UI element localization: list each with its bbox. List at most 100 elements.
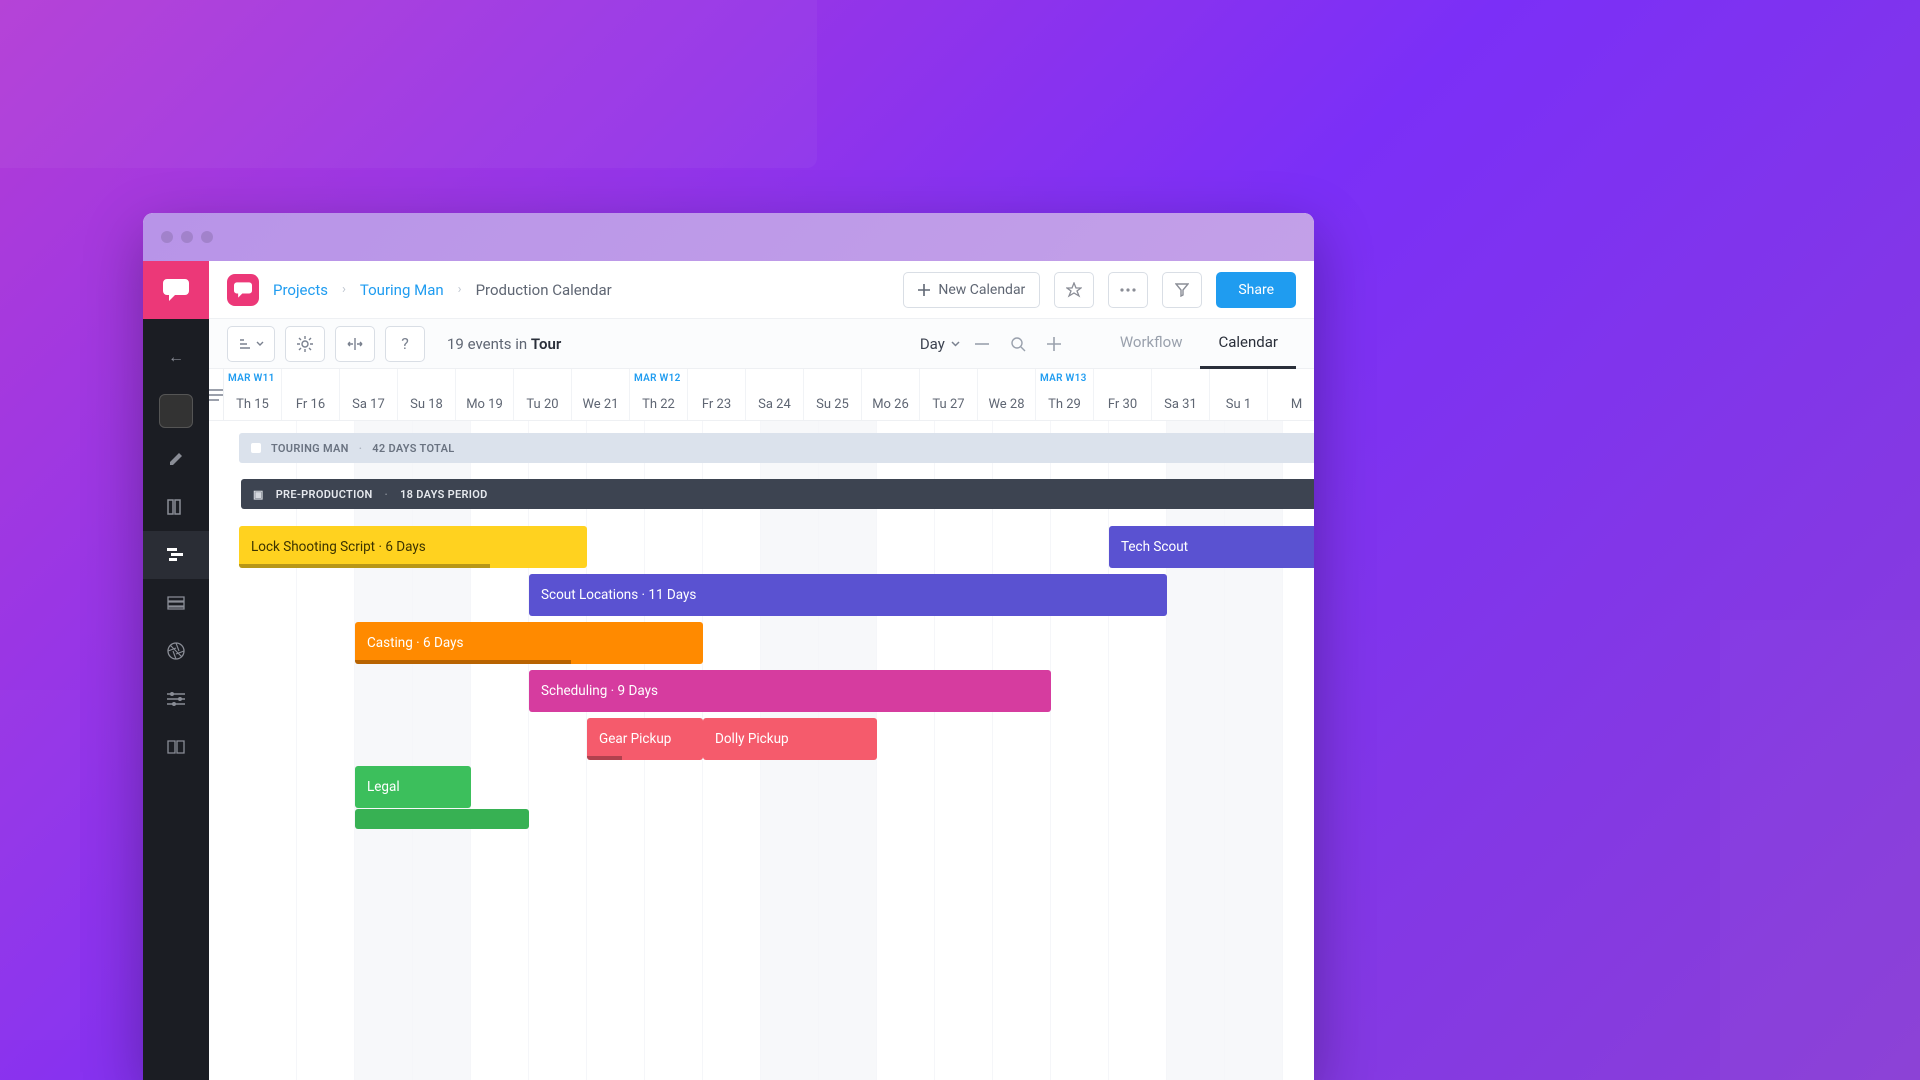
task-bar[interactable]: Legal [355, 766, 471, 808]
header-brand-badge[interactable] [227, 274, 259, 306]
date-column[interactable]: We 21 [572, 369, 630, 420]
share-label: Share [1238, 282, 1274, 298]
filter-button[interactable] [1162, 272, 1202, 308]
date-label: Sa 31 [1164, 397, 1197, 412]
share-button[interactable]: Share [1216, 272, 1296, 308]
group-dropdown[interactable] [227, 326, 275, 362]
hierarchy-icon [238, 339, 252, 349]
rail-back[interactable]: ← [143, 333, 209, 381]
date-column[interactable]: Sa 24 [746, 369, 804, 420]
date-column[interactable]: Fr 16 [282, 369, 340, 420]
zoom-out-button[interactable] [968, 330, 996, 358]
scale-dropdown[interactable]: Day [920, 335, 960, 353]
aperture-icon [167, 642, 185, 660]
brand-logo[interactable] [143, 261, 209, 319]
window-minimize-dot[interactable] [181, 231, 193, 243]
task-bar[interactable]: Scheduling · 9 Days [529, 670, 1051, 712]
left-rail: ← [143, 261, 209, 1080]
events-summary: 19 events in Tour [447, 335, 561, 353]
date-column[interactable]: Fr 23 [688, 369, 746, 420]
collapse-sidebar-button[interactable] [209, 369, 224, 421]
phase-row[interactable]: ▣ PRE-PRODUCTION · 18 DAYS PERIOD [241, 479, 1314, 509]
rail-lists[interactable] [143, 579, 209, 627]
rail-edit[interactable] [143, 435, 209, 483]
zoom-in-button[interactable] [1040, 330, 1068, 358]
date-column[interactable]: MAR W13Th 29 [1036, 369, 1094, 420]
task-bar[interactable]: Scout Locations · 11 Days [529, 574, 1167, 616]
date-column[interactable]: Su 1 [1210, 369, 1268, 420]
chevron-right-icon: › [458, 282, 462, 297]
favorite-button[interactable] [1054, 272, 1094, 308]
task-bar[interactable]: Casting · 6 Days [355, 622, 703, 664]
date-label: Fr 16 [296, 397, 325, 412]
breadcrumb-projects[interactable]: Projects [273, 281, 328, 299]
rail-settings[interactable] [143, 675, 209, 723]
date-column[interactable]: Su 25 [804, 369, 862, 420]
phase-meta: 18 DAYS PERIOD [400, 488, 488, 501]
settings-button[interactable] [285, 326, 325, 362]
help-button[interactable]: ? [385, 326, 425, 362]
bg-decoration [1720, 620, 1920, 1080]
chevron-down-icon [256, 341, 264, 346]
task-lane: Lock Shooting Script · 6 Days Tech Scout [239, 523, 1314, 571]
sliders-icon [167, 692, 185, 706]
plus-icon [918, 284, 930, 296]
gantt-icon [167, 548, 185, 562]
zoom-reset-button[interactable] [1004, 330, 1032, 358]
date-column[interactable]: Tu 27 [920, 369, 978, 420]
task-progress [355, 660, 571, 664]
app-body: ← [143, 261, 1314, 1080]
bg-decoration [0, 0, 817, 168]
task-bar[interactable]: Tech Scout [1109, 526, 1314, 568]
new-calendar-button[interactable]: New Calendar [903, 272, 1040, 308]
checkbox-icon [251, 443, 261, 453]
date-column[interactable]: M [1268, 369, 1314, 420]
project-summary-row[interactable]: TOURING MAN · 42 DAYS TOTAL [239, 433, 1314, 463]
tab-workflow[interactable]: Workflow [1102, 319, 1201, 369]
rail-reels[interactable] [143, 627, 209, 675]
date-column[interactable]: Fr 30 [1094, 369, 1152, 420]
date-column[interactable]: Sa 17 [340, 369, 398, 420]
date-column[interactable]: Sa 31 [1152, 369, 1210, 420]
week-label: MAR W11 [228, 373, 275, 384]
task-bar[interactable]: Lock Shooting Script · 6 Days [239, 526, 587, 568]
rows-icon [167, 596, 185, 610]
date-column[interactable]: We 28 [978, 369, 1036, 420]
date-column[interactable]: MAR W12Th 22 [630, 369, 688, 420]
window-titlebar [143, 213, 1314, 261]
minus-icon [975, 343, 989, 345]
date-column[interactable]: Tu 20 [514, 369, 572, 420]
fit-button[interactable] [335, 326, 375, 362]
task-lane: Casting · 6 Days [239, 619, 1314, 667]
date-column[interactable]: Mo 19 [456, 369, 514, 420]
task-lane: Scout Locations · 11 Days [239, 571, 1314, 619]
task-bar[interactable]: Dolly Pickup [703, 718, 877, 760]
tab-calendar[interactable]: Calendar [1200, 319, 1296, 369]
date-column[interactable]: MAR W11Th 15 [224, 369, 282, 420]
task-bar[interactable] [355, 809, 529, 829]
columns-icon [167, 499, 185, 515]
magnifier-icon [1010, 336, 1026, 352]
task-bar[interactable]: Gear Pickup [587, 718, 703, 760]
star-icon [1066, 282, 1082, 298]
rail-timeline[interactable] [143, 531, 209, 579]
dots-icon [1120, 288, 1136, 292]
task-label: Legal [367, 779, 400, 795]
chevron-right-icon: › [342, 282, 346, 297]
date-label: Fr 30 [1108, 397, 1137, 412]
breadcrumb-current: Production Calendar [476, 281, 612, 299]
chat-icon [234, 282, 252, 298]
window-maximize-dot[interactable] [201, 231, 213, 243]
more-button[interactable] [1108, 272, 1148, 308]
date-column[interactable]: Mo 26 [862, 369, 920, 420]
date-column[interactable]: Su 18 [398, 369, 456, 420]
task-lane: Scheduling · 9 Days [239, 667, 1314, 715]
gear-icon [297, 336, 313, 352]
window-close-dot[interactable] [161, 231, 173, 243]
breadcrumb-project[interactable]: Touring Man [360, 281, 444, 299]
rail-docs[interactable] [143, 723, 209, 771]
rail-boards[interactable] [143, 483, 209, 531]
task-progress [587, 756, 622, 760]
task-label: Lock Shooting Script · 6 Days [251, 539, 426, 555]
rail-project-thumb[interactable] [143, 387, 209, 435]
